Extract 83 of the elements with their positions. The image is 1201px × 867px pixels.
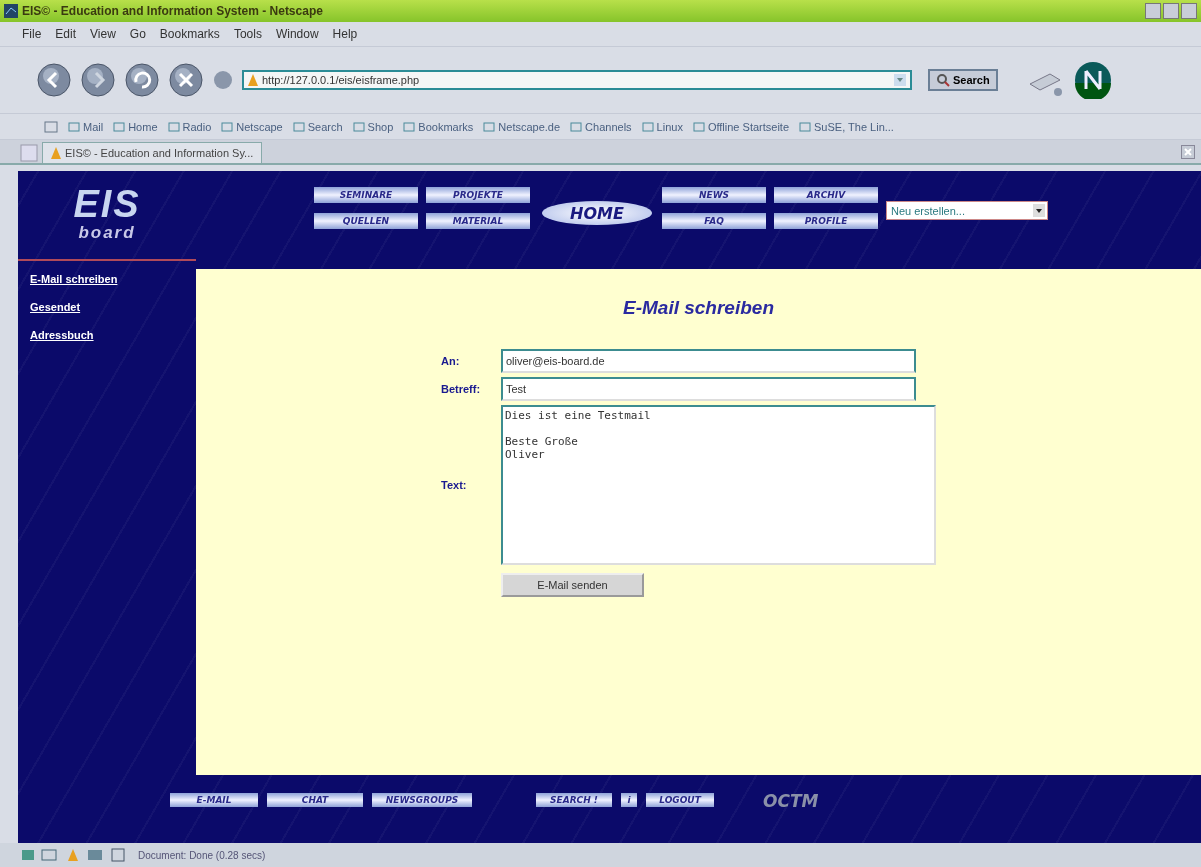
nav-button[interactable]: ARCHIV — [774, 187, 878, 203]
footer-button[interactable]: LOGOUT — [646, 793, 714, 807]
bookmark-item[interactable]: Radio — [167, 120, 212, 133]
address-field[interactable]: http://127.0.0.1/eis/eisframe.php — [242, 70, 912, 90]
bookmark-item[interactable]: Netscape — [221, 120, 283, 133]
nav-button[interactable]: FAQ — [662, 213, 766, 229]
sidebar-link[interactable]: Adressbuch — [30, 329, 94, 341]
message-field[interactable]: Dies ist eine Testmail Beste Große Oliver — [501, 405, 936, 565]
bookmark-icon — [570, 121, 583, 132]
bookmark-item[interactable]: Home — [113, 120, 158, 133]
menu-item[interactable]: Go — [129, 27, 146, 41]
nav-button[interactable]: NEWS — [662, 187, 766, 203]
dropdown-icon — [1033, 204, 1045, 217]
maximize-button[interactable] — [1163, 3, 1179, 19]
bookmark-item[interactable]: Offline Startseite — [692, 120, 789, 133]
sidebar-link[interactable]: Gesendet — [30, 301, 81, 313]
close-button[interactable] — [1181, 3, 1197, 19]
reload-button[interactable] — [124, 62, 160, 98]
nav-button[interactable]: SEMINARE — [314, 187, 418, 203]
bookmark-icon — [692, 121, 705, 132]
field-label: Betreff: — [441, 383, 482, 395]
bookmark-icon — [221, 121, 234, 132]
footer-logo: OCTM — [763, 791, 819, 811]
bookmark-icon — [641, 121, 654, 132]
send-button[interactable]: E-Mail senden — [501, 573, 644, 597]
bookmark-icon — [403, 121, 416, 132]
field-label: An: — [441, 355, 461, 367]
menu-item[interactable]: Edit — [55, 27, 77, 41]
bookmark-icon — [483, 121, 496, 132]
window-title: EIS© - Education and Information System - Netscape — [22, 4, 323, 18]
browser-tab[interactable]: EIS© - Education and Information Sy... — [42, 142, 263, 163]
sidebar-link[interactable]: E-Mail schreiben — [30, 273, 118, 285]
footer-button[interactable]: NEWSGROUPS — [372, 793, 472, 807]
bookmark-icon — [352, 121, 365, 132]
sidebar-icon[interactable] — [44, 120, 58, 133]
menu-item[interactable]: Bookmarks — [159, 27, 220, 41]
bookmark-icon — [167, 121, 180, 132]
netscape-logo[interactable] — [1073, 61, 1112, 99]
menu-item[interactable]: Tools — [233, 27, 262, 41]
bookmark-item[interactable]: Linux — [641, 120, 683, 133]
nav-button[interactable]: QUELLEN — [314, 213, 418, 229]
menu-item[interactable]: View — [90, 27, 116, 41]
site-logo[interactable]: EIS board — [18, 171, 196, 261]
bookmark-item[interactable]: Shop — [352, 120, 394, 133]
bookmark-item[interactable]: Mail — [68, 120, 104, 133]
bookmark-item[interactable]: Search — [292, 120, 343, 133]
field-label: Text: — [441, 479, 468, 491]
nav-button[interactable]: PROFILE — [774, 213, 878, 229]
minimize-button[interactable] — [1145, 3, 1161, 19]
bookmark-item[interactable]: Channels — [570, 120, 632, 133]
create-dropdown[interactable]: Neu erstellen... — [886, 201, 1048, 220]
menu-item[interactable]: Help — [332, 27, 358, 41]
page-heading: E-Mail schreiben — [623, 297, 774, 319]
bookmark-icon — [68, 121, 80, 132]
footer-button[interactable]: i — [621, 793, 637, 807]
subject-field[interactable]: Test — [501, 377, 916, 401]
nav-button[interactable]: MATERIAL — [426, 213, 530, 229]
home-button[interactable]: HOME — [542, 201, 652, 225]
bookmark-item[interactable]: Netscape.de — [483, 120, 561, 133]
stop-button[interactable] — [168, 62, 204, 98]
bookmark-item[interactable]: Bookmarks — [403, 120, 474, 133]
forward-button[interactable] — [80, 62, 116, 98]
back-button[interactable] — [36, 62, 72, 98]
page-icon — [248, 74, 258, 86]
status-text: Document: Done (0.28 secs) — [138, 849, 266, 861]
bookmark-icon — [292, 121, 305, 132]
bookmark-icon — [113, 121, 126, 132]
menu-item[interactable]: Window — [275, 27, 319, 41]
footer-button[interactable]: SEARCH ! — [536, 793, 612, 807]
menu-item[interactable]: File — [22, 27, 42, 41]
app-icon — [4, 4, 18, 18]
footer-button[interactable]: CHAT — [267, 793, 363, 807]
footer-button[interactable]: E-MAIL — [170, 793, 258, 807]
page-icon — [51, 147, 61, 159]
search-button[interactable]: Search — [928, 69, 998, 91]
new-tab-icon[interactable] — [20, 144, 38, 162]
bookmark-item[interactable]: SuSE, The Lin... — [799, 120, 894, 133]
search-icon — [936, 73, 950, 87]
dropdown-icon[interactable] — [894, 74, 906, 86]
recipient-field[interactable]: oliver@eis-board.de — [501, 349, 916, 373]
nav-button[interactable]: PROJEKTE — [426, 187, 530, 203]
bookmark-icon — [799, 121, 811, 132]
close-tab-icon[interactable] — [1181, 144, 1195, 159]
